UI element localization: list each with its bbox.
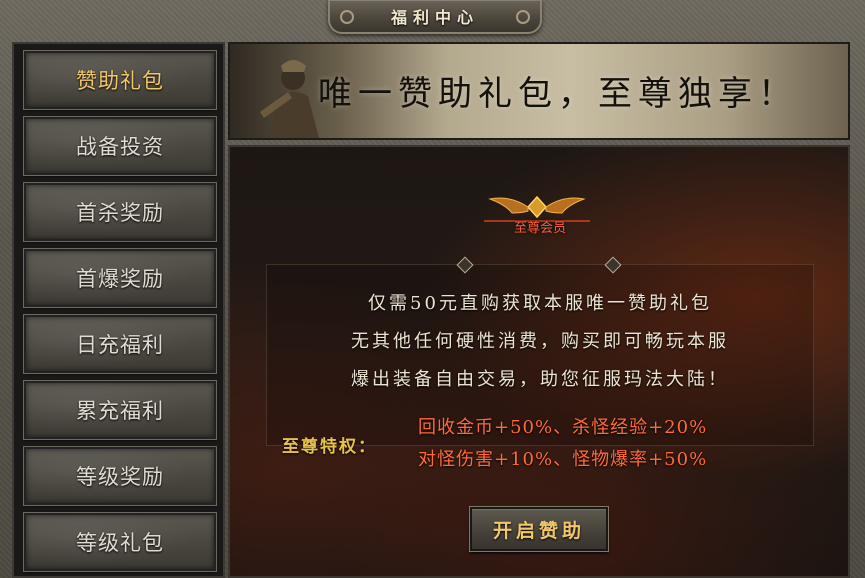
sidebar-item-sponsor-pack[interactable]: 赞助礼包 — [23, 50, 217, 110]
description-line: 爆出装备自由交易，助您征服玛法大陆！ — [351, 369, 729, 390]
vip-badge-label: 至尊会员 — [513, 221, 566, 236]
ornament-icon — [516, 10, 530, 24]
sidebar-item-level-pack[interactable]: 等级礼包 — [23, 512, 217, 572]
description-line: 仅需50元直购获取本服唯一赞助礼包 — [368, 293, 712, 314]
title-plate: 福利中心 — [328, 0, 542, 34]
privilege-line: 对怪伤害+10%、怪物爆率+50% — [418, 449, 708, 470]
description-line: 无其他任何硬性消费，购买即可畅玩本服 — [351, 331, 729, 352]
ornament-icon — [340, 10, 354, 24]
start-sponsor-button[interactable]: 开启赞助 — [469, 506, 609, 552]
content-panel: 至尊会员 仅需50元直购获取本服唯一赞助礼包 无其他任何硬性消费，购买即可畅玩本… — [228, 145, 850, 578]
sidebar-item-war-investment[interactable]: 战备投资 — [23, 116, 217, 176]
diamond-icon — [604, 256, 622, 274]
sidebar-item-level-reward[interactable]: 等级奖励 — [23, 446, 217, 506]
sidebar-item-cumulative-recharge[interactable]: 累充福利 — [23, 380, 217, 440]
privilege-line: 回收金币+50%、杀怪经验+20% — [418, 417, 708, 438]
banner: 唯一赞助礼包，至尊独享！ — [228, 42, 850, 140]
window-title: 福利中心 — [390, 8, 479, 27]
sidebar-item-first-drop[interactable]: 首爆奖励 — [23, 248, 217, 308]
banner-slogan: 唯一赞助礼包，至尊独享！ — [318, 74, 798, 114]
diamond-icon — [456, 256, 474, 274]
privilege-label: 至尊特权： — [282, 437, 377, 457]
sidebar-item-daily-recharge[interactable]: 日充福利 — [23, 314, 217, 374]
sidebar-item-first-kill[interactable]: 首杀奖励 — [23, 182, 217, 242]
